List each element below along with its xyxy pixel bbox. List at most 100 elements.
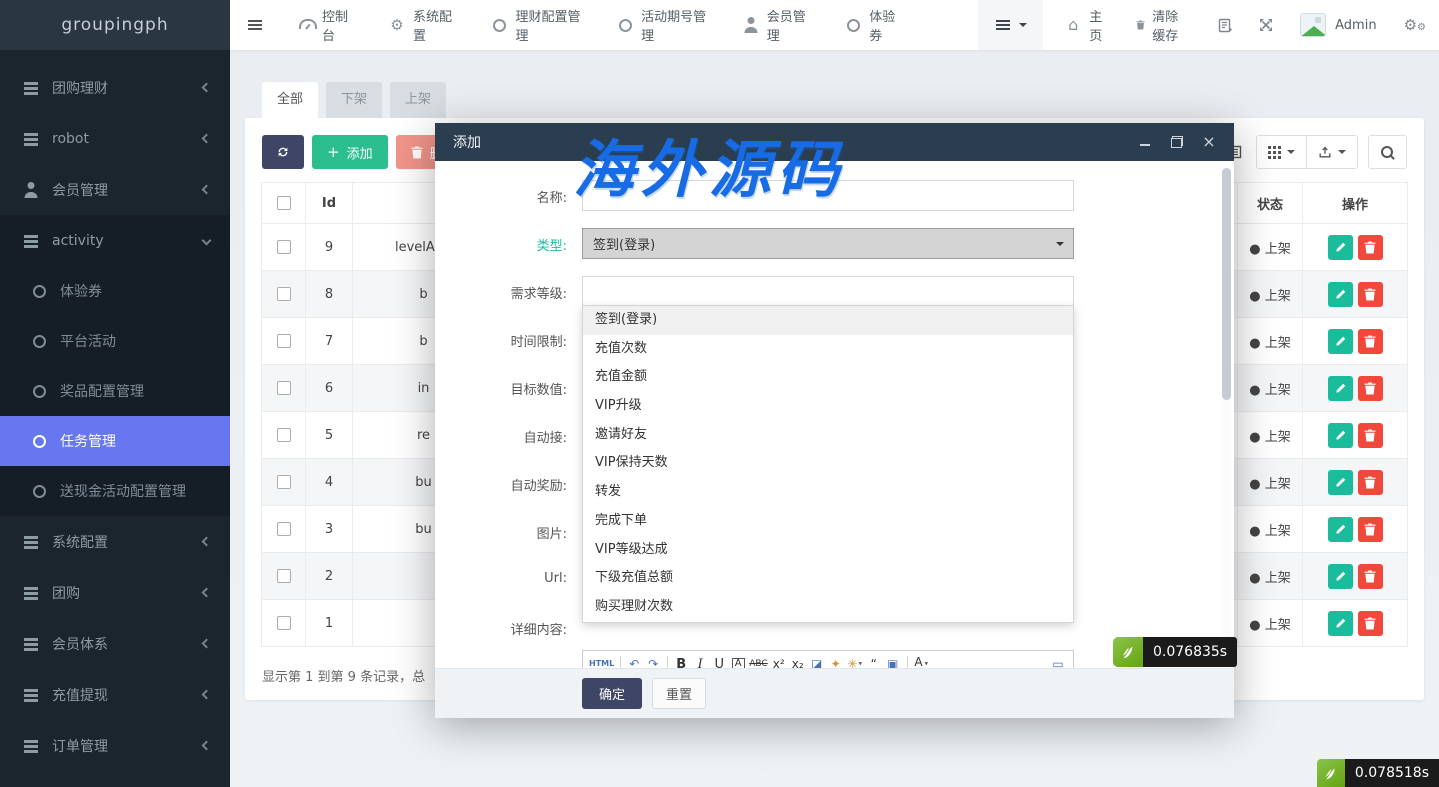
name-input[interactable]: [582, 180, 1074, 211]
navbar-item[interactable]: 理财配置管理: [473, 0, 599, 50]
refresh-button[interactable]: [262, 135, 304, 169]
trash-icon: [1364, 382, 1376, 395]
row-checkbox[interactable]: [277, 616, 291, 630]
delete-row-button[interactable]: [1358, 423, 1383, 448]
minimize-icon[interactable]: [1138, 135, 1152, 149]
edit-row-button[interactable]: [1328, 517, 1353, 542]
dropdown-option[interactable]: 充值次数: [583, 335, 1073, 364]
delete-row-button[interactable]: [1358, 564, 1383, 589]
navbar-item[interactable]: 控制台: [280, 0, 371, 50]
sidebar-item-icon: [22, 636, 40, 652]
navbar-item[interactable]: 系统配置: [371, 0, 474, 50]
navbar-item-label: 控制台: [322, 6, 354, 44]
navbar-fullscreen-button[interactable]: [1246, 0, 1286, 50]
tab[interactable]: 全部: [262, 82, 318, 118]
row-checkbox[interactable]: [277, 522, 291, 536]
level-input[interactable]: [582, 276, 1074, 307]
navbar-home-button[interactable]: 主页: [1047, 0, 1119, 50]
log-icon: [1218, 18, 1233, 33]
sidebar-item-label: activity: [52, 233, 191, 249]
delete-row-button[interactable]: [1358, 376, 1383, 401]
dialog-header[interactable]: 添加 ×: [435, 123, 1234, 161]
edit-row-button[interactable]: [1328, 282, 1353, 307]
confirm-button[interactable]: 确定: [582, 678, 642, 709]
dropdown-option[interactable]: 充值金额: [583, 363, 1073, 392]
navbar-settings-button[interactable]: ⚙⚙: [1391, 0, 1439, 50]
search-button[interactable]: [1368, 135, 1407, 169]
edit-row-button[interactable]: [1328, 329, 1353, 354]
sidebar-subitem[interactable]: 任务管理: [0, 416, 230, 466]
delete-row-button[interactable]: [1358, 329, 1383, 354]
delete-row-button[interactable]: [1358, 235, 1383, 260]
dropdown-option[interactable]: VIP升级: [583, 392, 1073, 421]
brand-logo: groupingph: [0, 0, 230, 50]
sidebar-item[interactable]: 团购: [0, 567, 230, 618]
select-all-checkbox[interactable]: [277, 196, 291, 210]
navbar-menu-dropdown-button[interactable]: [978, 0, 1043, 50]
sidebar-subitem[interactable]: 平台活动: [0, 316, 230, 366]
navbar-item[interactable]: 体验券: [827, 0, 918, 50]
type-select[interactable]: 签到(登录): [582, 228, 1074, 259]
delete-row-button[interactable]: [1358, 470, 1383, 495]
delete-row-button[interactable]: [1358, 517, 1383, 542]
navbar-item[interactable]: 活动期号管理: [599, 0, 725, 50]
sidebar: groupingph 团购理财 robot 会员管理: [0, 0, 230, 787]
sidebar-item-activity[interactable]: activity: [0, 215, 230, 266]
reset-button[interactable]: 重置: [652, 678, 706, 709]
edit-row-button[interactable]: [1328, 235, 1353, 260]
edit-row-button[interactable]: [1328, 376, 1353, 401]
row-checkbox[interactable]: [277, 428, 291, 442]
tab[interactable]: 上架: [390, 82, 446, 118]
tab[interactable]: 下架: [326, 82, 382, 118]
dropdown-option[interactable]: 邀请好友: [583, 421, 1073, 450]
navbar-user-button[interactable]: Admin: [1286, 0, 1390, 50]
navbar-log-button[interactable]: [1205, 0, 1246, 50]
edit-row-button[interactable]: [1328, 470, 1353, 495]
navbar-clear-cache-button[interactable]: 清除缓存: [1119, 0, 1205, 50]
dropdown-option-label: 购买理财次数: [595, 599, 673, 614]
sidebar-item[interactable]: 会员管理: [0, 164, 230, 215]
sidebar-item[interactable]: 充值提现: [0, 669, 230, 720]
sidebar-toggle-button[interactable]: [230, 17, 280, 33]
add-dialog: 海外源码 添加 × 名称: 类型: 签到(登录) 需求等级: 时间限制:: [435, 123, 1234, 718]
sidebar-subitem[interactable]: 送现金活动配置管理: [0, 466, 230, 516]
edit-row-button[interactable]: [1328, 564, 1353, 589]
sidebar-subitem[interactable]: 体验券: [0, 266, 230, 316]
delete-row-button[interactable]: [1358, 611, 1383, 636]
edit-row-button[interactable]: [1328, 423, 1353, 448]
row-checkbox[interactable]: [277, 240, 291, 254]
delete-row-button[interactable]: [1358, 282, 1383, 307]
dropdown-option[interactable]: 下级充值总额: [583, 564, 1073, 593]
sidebar-item[interactable]: 订单管理: [0, 720, 230, 771]
add-button[interactable]: + 添加: [312, 135, 388, 169]
refresh-icon: [276, 145, 290, 159]
sidebar-item[interactable]: 系统配置: [0, 516, 230, 567]
dropdown-option[interactable]: 签到(登录): [583, 306, 1073, 335]
row-checkbox[interactable]: [277, 287, 291, 301]
navbar-item-icon: [490, 17, 508, 33]
dropdown-option[interactable]: 完成下单: [583, 507, 1073, 536]
sidebar-item[interactable]: robot: [0, 113, 230, 164]
export-button[interactable]: [1306, 135, 1358, 169]
dropdown-option[interactable]: VIP等级达成: [583, 536, 1073, 565]
sidebar-item-label: 团购: [52, 583, 191, 603]
sidebar-item[interactable]: 会员体系: [0, 618, 230, 669]
sidebar-subitem[interactable]: 奖品配置管理: [0, 366, 230, 416]
navbar-item[interactable]: 会员管理: [725, 0, 828, 50]
dropdown-option[interactable]: 转发: [583, 478, 1073, 507]
sidebar-item[interactable]: 团购理财: [0, 62, 230, 113]
status-dot-icon: ●: [1249, 430, 1260, 445]
edit-row-button[interactable]: [1328, 611, 1353, 636]
row-checkbox[interactable]: [277, 569, 291, 583]
close-icon[interactable]: ×: [1202, 135, 1216, 149]
dropdown-option[interactable]: 购买理财次数: [583, 593, 1073, 622]
id-header: Id: [306, 183, 353, 224]
list-icon: [22, 233, 40, 249]
maximize-icon[interactable]: [1170, 135, 1184, 149]
row-checkbox[interactable]: [277, 475, 291, 489]
row-checkbox[interactable]: [277, 381, 291, 395]
dropdown-option[interactable]: VIP保持天数: [583, 449, 1073, 478]
dialog-scrollbar-thumb[interactable]: [1222, 168, 1231, 400]
row-checkbox[interactable]: [277, 334, 291, 348]
columns-button[interactable]: [1256, 135, 1307, 169]
